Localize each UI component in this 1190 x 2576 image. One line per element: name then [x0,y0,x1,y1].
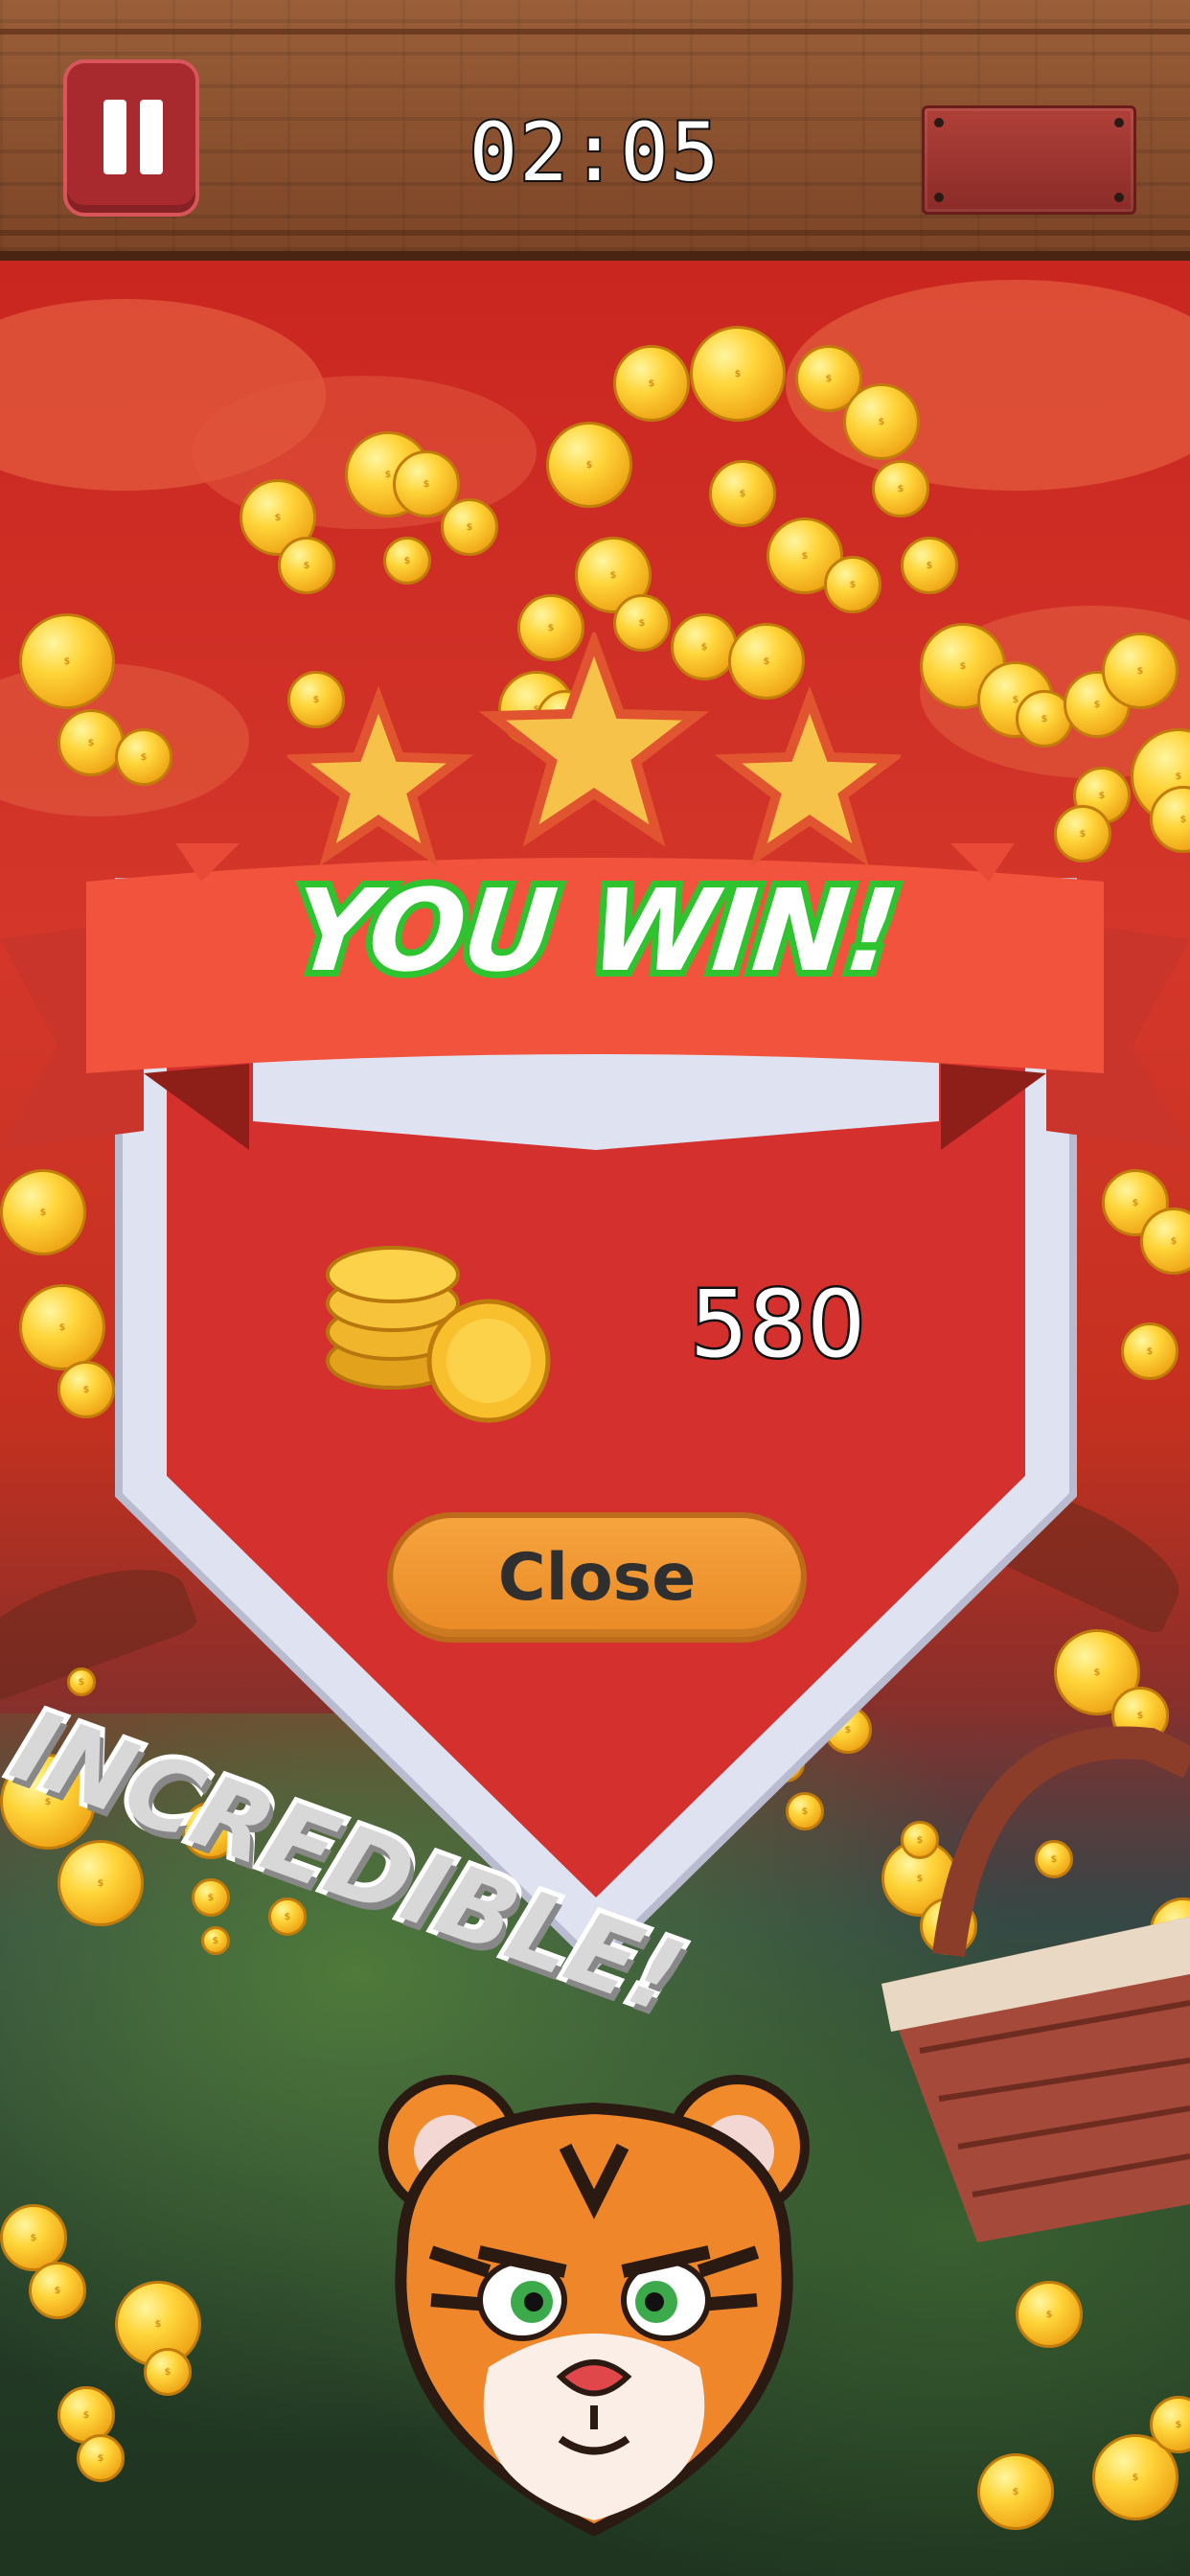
coin-icon [383,537,431,585]
coin-icon [824,556,881,613]
coin-icon [144,2348,192,2396]
coin-icon [19,613,115,709]
coin-icon [546,422,632,508]
coin-icon [1150,2396,1190,2453]
star-icon [478,632,710,847]
tiger-mascot [378,2075,810,2537]
coin-icon [278,537,335,594]
close-button[interactable]: Close [387,1512,807,1643]
coin-icon [690,326,786,422]
coin-icon [67,1668,96,1696]
star-icon [287,685,474,866]
coin-icon [1121,1322,1179,1380]
coin-icon [709,460,776,527]
top-bar: 02:05 [0,0,1190,261]
coin-icon [0,1169,86,1255]
coin-icon [1016,2281,1083,2348]
coin-icon [872,460,929,518]
coin-icon [977,2453,1054,2530]
coin-icon [843,383,920,460]
star-rating [287,632,901,866]
basket-icon [881,1726,1190,2242]
reward-amount: 580 [687,1269,867,1381]
win-title: YOU WIN! [280,858,910,1003]
star-icon [714,685,901,866]
coin-icon [29,2262,86,2319]
coin-icon [19,1284,105,1370]
coin-icon [613,345,690,422]
coin-stack-icon [326,1246,551,1423]
wooden-sign [922,105,1136,215]
coin-icon [1102,632,1179,709]
coin-icon [77,2434,125,2482]
coin-icon [901,537,958,594]
coin-icon [441,498,498,556]
coin-icon [1140,1208,1190,1275]
game-screen: 02:05 $ $ $ $ $ $ $ $ $ $ $ $ $ $ $ $ $ … [0,0,1190,2576]
